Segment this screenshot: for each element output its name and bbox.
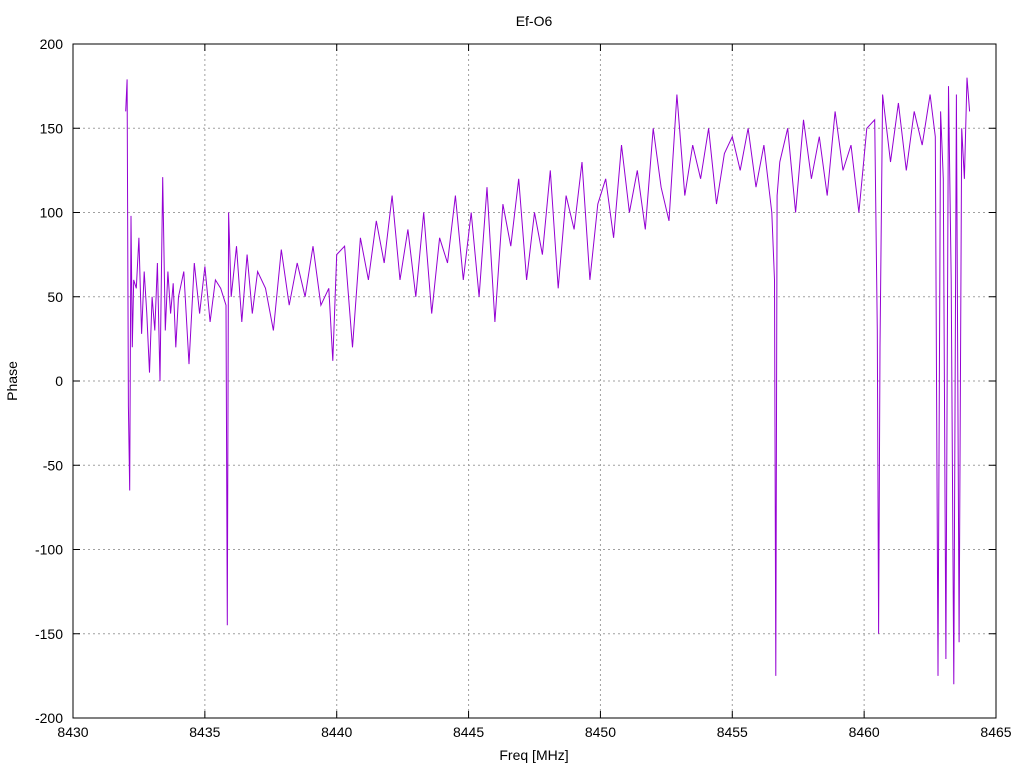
x-axis-label: Freq [MHz] xyxy=(499,747,568,763)
y-tick-label: 100 xyxy=(40,205,64,221)
chart-title: Ef-O6 xyxy=(516,13,553,29)
y-tick-label: 50 xyxy=(47,289,63,305)
x-tick-label: 8455 xyxy=(717,724,748,740)
y-axis-label: Phase xyxy=(4,361,20,401)
x-tick-label: 8460 xyxy=(849,724,880,740)
x-tick-label: 8430 xyxy=(57,724,88,740)
y-tick-label: -150 xyxy=(35,626,63,642)
y-tick-label: 200 xyxy=(40,36,64,52)
x-tick-label: 8440 xyxy=(321,724,352,740)
y-tick-label: -50 xyxy=(43,457,63,473)
y-tick-label: 0 xyxy=(55,373,63,389)
y-tick-label: -200 xyxy=(35,710,63,726)
x-tick-label: 8465 xyxy=(980,724,1011,740)
x-tick-label: 8435 xyxy=(189,724,220,740)
chart-background xyxy=(0,0,1024,768)
y-tick-label: -100 xyxy=(35,542,63,558)
x-tick-label: 8450 xyxy=(585,724,616,740)
x-tick-label: 8445 xyxy=(453,724,484,740)
y-tick-label: 150 xyxy=(40,120,64,136)
phase-chart: 8430 8435 8440 8445 8450 8455 8460 8465 -200 -150… xyxy=(0,0,1024,768)
